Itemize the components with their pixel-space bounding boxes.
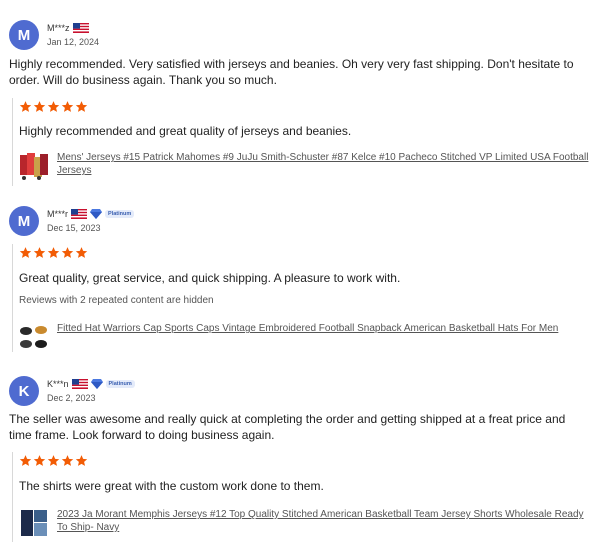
star-icon: [47, 247, 60, 258]
product-thumbnail[interactable]: [19, 322, 49, 352]
star-icon: [47, 101, 60, 112]
star-icon: [75, 247, 88, 258]
product-link[interactable]: Mens' Jerseys #15 Patrick Mahomes #9 JuJ…: [57, 151, 592, 177]
product-link-row[interactable]: 2023 Ja Morant Memphis Jerseys #12 Top Q…: [19, 508, 589, 540]
star-rating: [19, 246, 88, 259]
review-header: M M***z Jan 12, 2024: [9, 20, 309, 50]
product-thumbnail[interactable]: [19, 151, 49, 181]
review-comment: Highly recommended and great quality of …: [19, 124, 352, 138]
platinum-badge: Platinum: [105, 380, 135, 388]
review-header: K K***n Platinum Dec 2, 2023: [9, 376, 309, 406]
review-header: M M***r Platinum Dec 15, 2023: [9, 206, 309, 236]
star-icon: [33, 247, 46, 258]
avatar: M: [9, 20, 39, 50]
review-text: Highly recommended. Very satisfied with …: [9, 57, 574, 87]
reviewer-info: M***z: [47, 22, 89, 34]
avatar: K: [9, 376, 39, 406]
product-link[interactable]: Fitted Hat Warriors Cap Sports Caps Vint…: [57, 322, 592, 335]
reviewer-name: M***z: [47, 23, 70, 33]
reviewer-name: M***r: [47, 209, 69, 219]
product-link-row[interactable]: Fitted Hat Warriors Cap Sports Caps Vint…: [19, 322, 589, 354]
star-icon: [33, 455, 46, 466]
review-date: Jan 12, 2024: [47, 37, 100, 47]
star-rating: [19, 100, 88, 113]
product-thumbnail[interactable]: [19, 508, 49, 538]
star-rating: [19, 454, 88, 467]
review-detail: Highly recommended and great quality of …: [12, 98, 592, 186]
review-comment: The shirts were great with the custom wo…: [19, 479, 324, 493]
star-icon: [75, 101, 88, 112]
reviewer-info: K***n Platinum: [47, 378, 135, 390]
review-detail: Great quality, great service, and quick …: [12, 244, 592, 352]
product-link[interactable]: 2023 Ja Morant Memphis Jerseys #12 Top Q…: [57, 508, 592, 534]
star-icon: [19, 101, 32, 112]
star-icon: [19, 247, 32, 258]
review-text: The seller was awesome and really quick …: [9, 412, 566, 442]
us-flag-icon: [71, 209, 88, 219]
us-flag-icon: [71, 379, 88, 389]
review-comment: Great quality, great service, and quick …: [19, 271, 401, 285]
product-link-row[interactable]: Mens' Jerseys #15 Patrick Mahomes #9 JuJ…: [19, 151, 589, 183]
star-icon: [33, 101, 46, 112]
us-flag-icon: [72, 23, 89, 33]
star-icon: [61, 455, 74, 466]
star-icon: [47, 455, 60, 466]
review-date: Dec 2, 2023: [47, 393, 96, 403]
review-detail: The shirts were great with the custom wo…: [12, 452, 592, 542]
diamond-icon: [90, 379, 103, 389]
star-icon: [61, 101, 74, 112]
avatar: M: [9, 206, 39, 236]
hidden-reviews-note: Reviews with 2 repeated content are hidd…: [19, 295, 214, 306]
reviewer-info: M***r Platinum: [47, 208, 135, 220]
star-icon: [19, 455, 32, 466]
review-date: Dec 15, 2023: [47, 223, 101, 233]
platinum-badge: Platinum: [105, 210, 135, 218]
star-icon: [61, 247, 74, 258]
diamond-icon: [90, 209, 103, 219]
reviewer-name: K***n: [47, 379, 69, 389]
star-icon: [75, 455, 88, 466]
